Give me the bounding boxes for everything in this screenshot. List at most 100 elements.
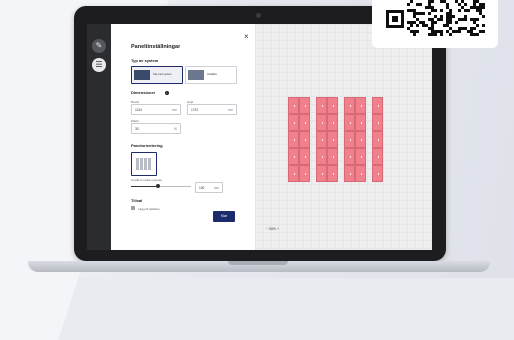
solar-panel[interactable] xyxy=(372,148,383,165)
orientation-cell xyxy=(144,158,147,170)
slider-thumb[interactable] xyxy=(156,184,160,188)
qr-module xyxy=(464,18,467,21)
orientation-option-portrait[interactable] xyxy=(131,152,157,176)
effect-input[interactable]: 30 W xyxy=(131,123,181,134)
qr-module xyxy=(434,33,437,36)
qr-module xyxy=(476,18,479,21)
distance-slider[interactable] xyxy=(131,184,191,188)
solar-panel[interactable] xyxy=(355,131,366,148)
solar-panel[interactable] xyxy=(372,165,383,182)
solar-panel[interactable] xyxy=(299,131,310,148)
distance-unit: mm xyxy=(213,186,219,190)
extras-label: Tillval xyxy=(131,198,143,203)
system-option-label: Inställda xyxy=(207,73,217,76)
qr-module xyxy=(440,9,443,12)
qr-module xyxy=(440,33,443,36)
qr-module xyxy=(434,9,437,12)
solar-panel[interactable] xyxy=(355,148,366,165)
qr-module xyxy=(392,16,398,22)
solar-panel[interactable] xyxy=(344,148,355,165)
solar-panel[interactable] xyxy=(355,165,366,182)
laptop-screen: ✎ ☰ Paneltinställningar × Typ av system … xyxy=(87,24,432,250)
solar-panel[interactable] xyxy=(299,148,310,165)
qr-module xyxy=(482,24,485,27)
zoom-control[interactable]: − 50% + xyxy=(266,227,279,231)
close-button[interactable]: × xyxy=(244,33,249,41)
tool-strip: ✎ ☰ xyxy=(87,24,111,250)
height-unit: mm xyxy=(227,108,233,112)
solar-panel[interactable] xyxy=(316,97,327,114)
qr-module xyxy=(452,15,455,18)
solar-panel[interactable] xyxy=(344,131,355,148)
qr-module xyxy=(407,3,410,6)
height-value: 1722 xyxy=(191,108,199,112)
distance-input[interactable]: 100 mm xyxy=(195,182,223,193)
qr-module xyxy=(434,21,437,24)
qr-module xyxy=(449,33,452,36)
solar-panel[interactable] xyxy=(316,165,327,182)
extras-checkbox[interactable] xyxy=(131,206,135,210)
info-icon[interactable]: i xyxy=(165,91,169,95)
dimensions-label: Dimensioner xyxy=(131,90,156,95)
solar-panel[interactable] xyxy=(327,165,338,182)
height-input[interactable]: 1722 mm xyxy=(187,104,237,115)
solar-panel[interactable] xyxy=(344,97,355,114)
effect-value: 30 xyxy=(135,127,139,131)
qr-module xyxy=(386,25,404,28)
solar-panel[interactable] xyxy=(355,114,366,131)
width-unit: mm xyxy=(171,108,177,112)
solar-panel[interactable] xyxy=(316,148,327,165)
settings-icon[interactable]: ☰ xyxy=(92,58,106,72)
solar-panel[interactable] xyxy=(316,131,327,148)
slider-fill xyxy=(131,186,158,187)
solar-panel[interactable] xyxy=(288,114,299,131)
solar-panel[interactable] xyxy=(299,114,310,131)
qr-module xyxy=(476,24,479,27)
qr-module xyxy=(419,3,422,6)
solar-panel[interactable] xyxy=(288,97,299,114)
solar-panel[interactable] xyxy=(355,97,366,114)
extras-option-label: Lägg till takfäste xyxy=(138,206,160,211)
solar-panel[interactable] xyxy=(288,148,299,165)
system-thumbnail xyxy=(134,70,150,80)
orientation-cell xyxy=(148,158,151,170)
qr-module xyxy=(464,3,467,6)
qr-module xyxy=(482,30,485,33)
solar-panel[interactable] xyxy=(327,131,338,148)
width-input[interactable]: 1134 mm xyxy=(131,104,181,115)
qr-module xyxy=(467,9,470,12)
solar-panel[interactable] xyxy=(372,131,383,148)
system-option-roof[interactable]: Tak med system xyxy=(131,66,183,84)
qr-module xyxy=(482,15,485,18)
solar-panel[interactable] xyxy=(316,114,327,131)
qr-module xyxy=(428,12,431,15)
solar-panel[interactable] xyxy=(344,114,355,131)
solar-panel[interactable] xyxy=(288,131,299,148)
solar-panel[interactable] xyxy=(288,165,299,182)
qr-module xyxy=(455,21,458,24)
effect-unit: W xyxy=(173,127,177,131)
system-thumbnail xyxy=(188,70,204,80)
solar-panel[interactable] xyxy=(299,165,310,182)
qr-module xyxy=(440,18,443,21)
camera xyxy=(256,13,261,18)
solar-panel[interactable] xyxy=(327,97,338,114)
qr-module xyxy=(473,27,476,30)
solar-panel[interactable] xyxy=(327,148,338,165)
system-option-set[interactable]: Inställda xyxy=(185,66,237,84)
solar-panel[interactable] xyxy=(299,97,310,114)
settings-panel: Paneltinställningar × Typ av system Tak … xyxy=(111,24,255,250)
layout-canvas[interactable]: − 50% + xyxy=(255,24,432,250)
save-button[interactable]: Klar xyxy=(213,211,235,222)
qr-module xyxy=(410,0,413,3)
solar-panel[interactable] xyxy=(344,165,355,182)
qr-module xyxy=(482,6,485,9)
system-type-label: Typ av system xyxy=(131,58,159,63)
distance-label: Avstånd mellan paneler xyxy=(131,178,163,182)
qr-module xyxy=(449,21,452,24)
solar-panel[interactable] xyxy=(327,114,338,131)
qr-module xyxy=(416,24,419,27)
solar-panel[interactable] xyxy=(372,114,383,131)
solar-panel[interactable] xyxy=(372,97,383,114)
pencil-icon[interactable]: ✎ xyxy=(92,39,106,53)
